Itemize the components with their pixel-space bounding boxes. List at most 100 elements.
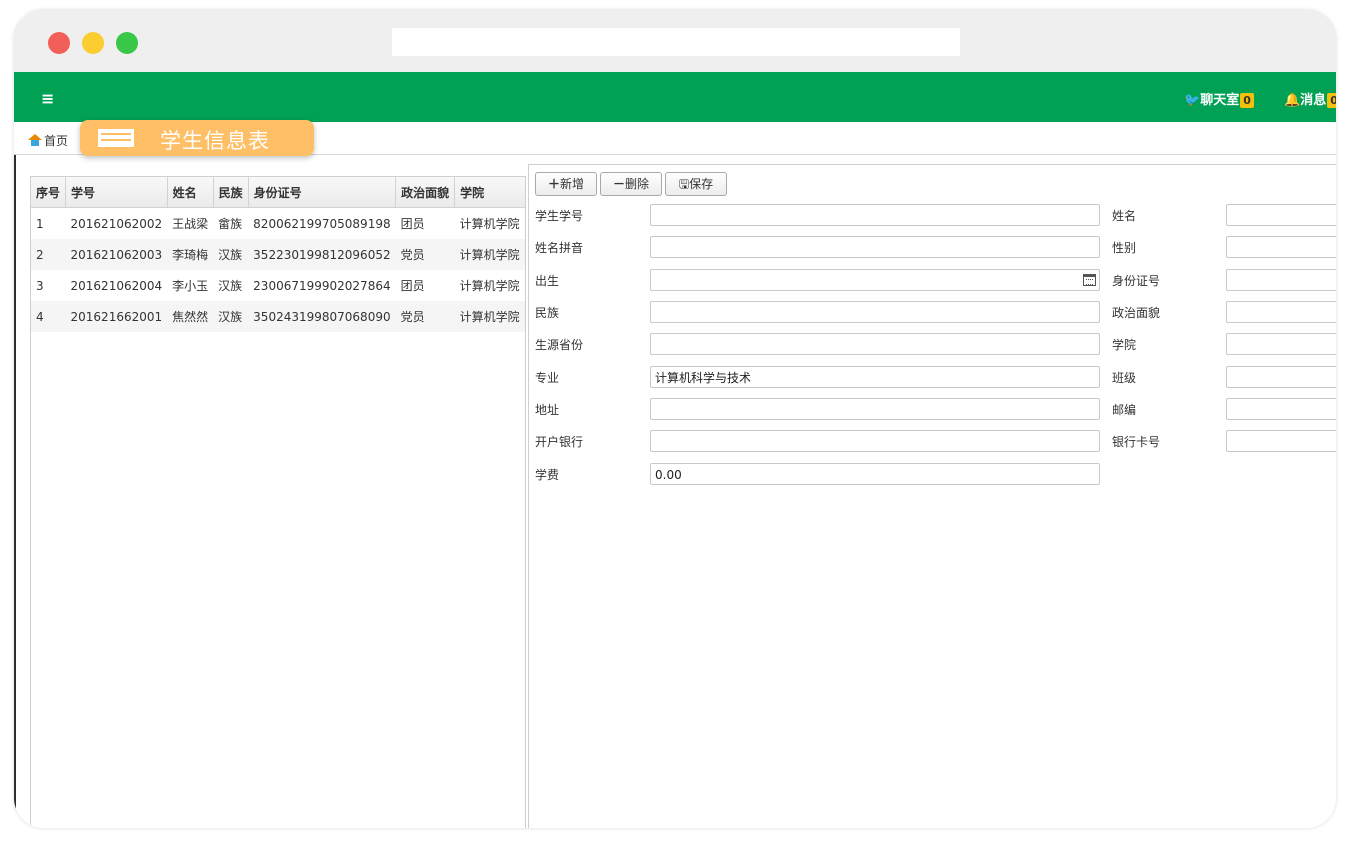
table-row[interactable]: 2 201621062003 李琦梅 汉族 352230199812096052… bbox=[31, 239, 525, 270]
cell-ethnic: 畲族 bbox=[213, 207, 249, 239]
browser-chrome bbox=[14, 10, 1336, 72]
column-header-college[interactable]: 学院 bbox=[454, 177, 525, 208]
maximize-window-button[interactable] bbox=[116, 32, 138, 54]
cell-name: 焦然然 bbox=[167, 301, 214, 332]
delete-button[interactable]: －删除 bbox=[600, 172, 662, 196]
close-window-button[interactable] bbox=[48, 32, 70, 54]
menu-toggle-icon[interactable]: ≡ bbox=[41, 89, 54, 108]
cell-index: 1 bbox=[31, 207, 66, 239]
tuition-label: 学费 bbox=[535, 468, 560, 482]
cell-student-id: 201621062002 bbox=[65, 207, 168, 239]
page-title: 学生信息表 bbox=[160, 129, 270, 153]
home-link[interactable]: 首页 bbox=[28, 132, 68, 149]
chat-count-badge: 0 bbox=[1240, 93, 1254, 108]
postcode-input[interactable] bbox=[1226, 398, 1336, 420]
tuition-input[interactable]: 0.00 bbox=[650, 463, 1100, 485]
cell-student-id: 201621662001 bbox=[65, 301, 168, 332]
floppy-disk-icon: 🖫 bbox=[678, 177, 690, 191]
cell-index: 3 bbox=[31, 270, 66, 301]
college-input[interactable] bbox=[1226, 333, 1336, 355]
calendar-icon[interactable] bbox=[1083, 274, 1096, 286]
postcode-label: 邮编 bbox=[1112, 403, 1137, 417]
pinyin-label: 姓名拼音 bbox=[535, 241, 584, 255]
cell-ethnic: 汉族 bbox=[213, 301, 249, 332]
province-input[interactable] bbox=[650, 333, 1100, 355]
minus-icon: － bbox=[612, 177, 625, 191]
table-row[interactable]: 4 201621662001 焦然然 汉族 350243199807068090… bbox=[31, 301, 525, 332]
column-header-political[interactable]: 政治面貌 bbox=[395, 177, 456, 208]
column-header-name[interactable]: 姓名 bbox=[167, 177, 214, 208]
major-label: 专业 bbox=[535, 371, 560, 385]
left-edge bbox=[14, 72, 16, 828]
add-button-label: 新增 bbox=[560, 177, 585, 191]
major-input[interactable]: 计算机科学与技术 bbox=[650, 366, 1100, 388]
idcard-label: 身份证号 bbox=[1112, 274, 1161, 288]
cell-name: 李琦梅 bbox=[167, 239, 214, 270]
messages-label: 消息 bbox=[1300, 93, 1327, 108]
bank-input[interactable] bbox=[650, 430, 1100, 452]
birth-date-input[interactable] bbox=[650, 269, 1100, 291]
cell-college: 计算机学院 bbox=[454, 239, 525, 270]
birth-label: 出生 bbox=[535, 274, 560, 288]
cell-ethnic: 汉族 bbox=[213, 239, 249, 270]
student-id-input[interactable] bbox=[650, 204, 1100, 226]
cell-political: 团员 bbox=[395, 207, 455, 239]
cell-political: 团员 bbox=[395, 270, 455, 301]
cell-name: 王战梁 bbox=[167, 207, 214, 239]
cell-student-id: 201621062004 bbox=[65, 270, 168, 301]
home-icon bbox=[28, 134, 42, 146]
cell-political: 党员 bbox=[395, 301, 455, 332]
cell-index: 4 bbox=[31, 301, 66, 332]
political-label: 政治面貌 bbox=[1112, 306, 1161, 320]
cell-index: 2 bbox=[31, 239, 66, 270]
address-input[interactable] bbox=[650, 398, 1100, 420]
cell-college: 计算机学院 bbox=[454, 207, 525, 239]
delete-button-label: 删除 bbox=[625, 177, 650, 191]
plus-icon: ＋ bbox=[547, 177, 560, 191]
bank-card-input[interactable] bbox=[1226, 430, 1336, 452]
address-label: 地址 bbox=[535, 403, 560, 417]
cell-idcard: 352230199812096052 bbox=[248, 239, 396, 270]
ethnic-input[interactable] bbox=[650, 301, 1100, 323]
name-label: 姓名 bbox=[1112, 209, 1137, 223]
minimize-window-button[interactable] bbox=[82, 32, 104, 54]
province-label: 生源省份 bbox=[535, 338, 584, 352]
column-header-index[interactable]: 序号 bbox=[31, 177, 67, 208]
gender-label: 性别 bbox=[1112, 241, 1137, 255]
table-header-row: 序号 学号 姓名 民族 身份证号 政治面貌 学院 bbox=[31, 177, 525, 208]
table-row[interactable]: 3 201621062004 李小玉 汉族 230067199902027864… bbox=[31, 270, 525, 301]
column-header-ethnic[interactable]: 民族 bbox=[213, 177, 249, 208]
page-title-tab[interactable]: 学生信息表 bbox=[80, 120, 314, 156]
address-bar[interactable] bbox=[392, 28, 960, 56]
cell-name: 李小玉 bbox=[167, 270, 214, 301]
political-input[interactable] bbox=[1226, 301, 1336, 323]
gender-input[interactable] bbox=[1226, 236, 1336, 258]
class-label: 班级 bbox=[1112, 371, 1137, 385]
idcard-input[interactable] bbox=[1226, 269, 1336, 291]
student-form-panel: ＋新增 －删除 🖫保存 学生学号 姓名 姓名拼音 性别 出生 身份证号 民族 政… bbox=[528, 164, 1336, 828]
column-header-student-id[interactable]: 学号 bbox=[65, 177, 168, 208]
cell-idcard: 350243199807068090 bbox=[248, 301, 396, 332]
messages-link[interactable]: 🔔消息 0 bbox=[1284, 89, 1336, 108]
save-button[interactable]: 🖫保存 bbox=[665, 172, 727, 196]
cell-student-id: 201621062003 bbox=[65, 239, 168, 270]
twitter-bird-icon: 🐦 bbox=[1184, 93, 1201, 108]
save-button-label: 保存 bbox=[689, 177, 714, 191]
student-list-panel: 序号 学号 姓名 民族 身份证号 政治面貌 学院 1 201621062002 … bbox=[30, 176, 526, 828]
student-table: 序号 学号 姓名 民族 身份证号 政治面貌 学院 1 201621062002 … bbox=[31, 177, 525, 332]
column-header-idcard[interactable]: 身份证号 bbox=[248, 177, 397, 208]
cell-college: 计算机学院 bbox=[454, 301, 525, 332]
table-icon bbox=[98, 129, 134, 147]
pinyin-input[interactable] bbox=[650, 236, 1100, 258]
table-row[interactable]: 1 201621062002 王战梁 畲族 820062199705089198… bbox=[31, 207, 525, 239]
messages-count-badge: 0 bbox=[1327, 93, 1336, 108]
student-id-label: 学生学号 bbox=[535, 209, 584, 223]
name-input[interactable] bbox=[1226, 204, 1336, 226]
class-input[interactable] bbox=[1226, 366, 1336, 388]
cell-ethnic: 汉族 bbox=[213, 270, 249, 301]
add-button[interactable]: ＋新增 bbox=[535, 172, 597, 196]
cell-political: 党员 bbox=[395, 239, 455, 270]
ethnic-label: 民族 bbox=[535, 306, 560, 320]
cell-college: 计算机学院 bbox=[454, 270, 525, 301]
chat-room-link[interactable]: 🐦聊天室 0 bbox=[1184, 89, 1254, 108]
